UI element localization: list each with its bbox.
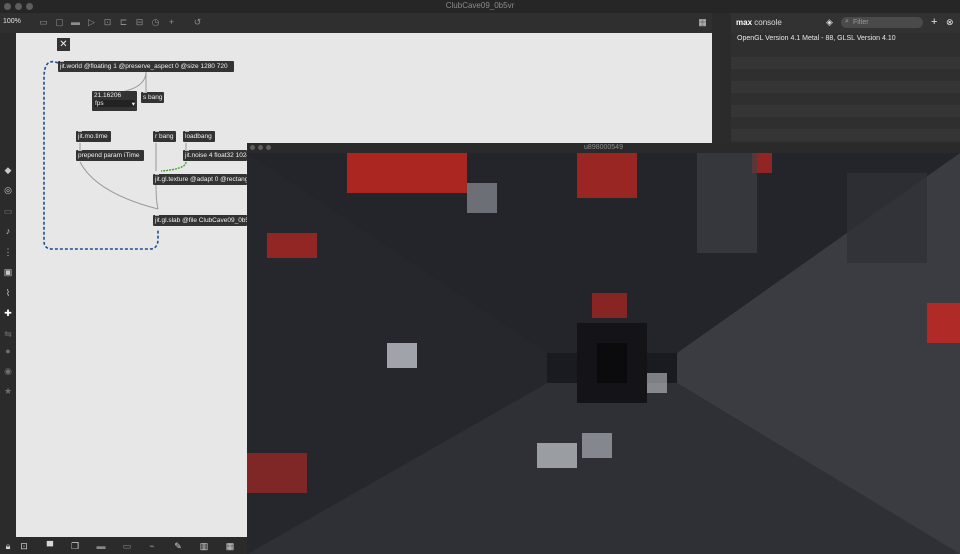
keyboard-icon[interactable]: ▦ <box>697 17 708 28</box>
bottom-toolbar: 🔒︎ ⊡ ▀ ❐ ▬ ▭ ⌁ ✎ ▥ ▦ <box>0 537 247 554</box>
object-icon[interactable]: ⊡ <box>102 17 113 28</box>
clear-icon[interactable]: ⊗ <box>946 17 954 28</box>
close-patch-icon[interactable]: ✕ <box>57 38 70 51</box>
render-window-title: u898000549 <box>247 143 960 153</box>
presentation-mode-icon[interactable]: ⊡ <box>18 540 30 552</box>
presentation-icon[interactable]: ▭ <box>38 17 49 28</box>
sequence-icon[interactable]: ⋮ <box>2 246 14 258</box>
lock-icon[interactable]: 🔒︎ <box>2 540 14 552</box>
patcher-toolbar: 100% ▭ ▢ ▬ ▷ ⊡ ⊏ ⊟ ◷ + ↺ ▦ <box>0 13 712 33</box>
target-icon[interactable]: ◎ <box>2 184 14 196</box>
console-filter-input[interactable]: Filter <box>841 17 923 28</box>
fps-label: fps <box>95 100 104 107</box>
paperclip-icon[interactable]: ⌇ <box>2 287 14 299</box>
badge-icon[interactable]: ● <box>2 345 14 357</box>
piano-icon[interactable]: ▥ <box>198 540 210 552</box>
projector-icon[interactable]: ▀ <box>44 540 56 552</box>
left-sidebar: ◆ ◎ ▭ ♪ ⋮ ▣ ⌇ ✚ ⇋ ● ◉ ★ <box>0 33 16 554</box>
probe-icon[interactable]: ⌁ <box>146 540 158 552</box>
add-icon[interactable]: + <box>166 17 177 28</box>
debug-icon[interactable]: ▬ <box>95 540 107 552</box>
star-icon[interactable]: ★ <box>2 385 14 397</box>
diamond-icon[interactable]: ◈ <box>826 17 833 28</box>
loadbang-object[interactable]: loadbang <box>183 131 215 142</box>
inlet-icon[interactable]: ⊏ <box>118 17 129 28</box>
jit-gl-slab-object[interactable]: jit.gl.slab @file ClubCave09_0b5vr <box>153 215 247 226</box>
console-line: OpenGL Version 4.1 Metal - 88, GLSL Vers… <box>737 35 896 42</box>
rendered-cave-scene <box>247 153 960 554</box>
cube-icon[interactable]: ◆ <box>2 164 14 176</box>
link-icon[interactable]: ⇋ <box>2 328 14 340</box>
window-title-bar: ClubCave09_0b5vr <box>0 0 960 13</box>
new-object-icon[interactable]: ▢ <box>54 17 65 28</box>
fps-value: 21.16206 <box>94 92 122 99</box>
window-title: ClubCave09_0b5vr <box>445 1 515 10</box>
undo-icon[interactable]: ↺ <box>192 17 203 28</box>
comment-icon[interactable]: ▬ <box>70 17 81 28</box>
jit-world-object[interactable]: jit.world @floating 1 @preserve_aspect 0… <box>58 61 234 72</box>
jit-noise-object[interactable]: jit.noise 4 float32 1024 <box>183 150 247 161</box>
zoom-dropdown[interactable]: 100% <box>3 18 21 25</box>
panel-icon[interactable]: ⊟ <box>134 17 145 28</box>
console-header: max console ◈ Filter ⌕ + ⊗ <box>731 13 960 33</box>
message-icon[interactable]: ▷ <box>86 17 97 28</box>
jit-mo-time-object[interactable]: jit.mo.time <box>76 131 111 142</box>
frame-icon[interactable]: ▭ <box>2 205 14 217</box>
clock-icon[interactable]: ◷ <box>150 17 161 28</box>
windows-icon[interactable]: ❐ <box>69 540 81 552</box>
jit-gl-texture-object[interactable]: jit.gl.texture @adapt 0 @rectangle <box>153 174 247 185</box>
puzzle-icon[interactable]: ✚ <box>2 307 14 319</box>
render-close-button[interactable] <box>250 145 255 150</box>
fps-display[interactable]: 21.16206 fps ▾ <box>92 91 137 111</box>
console-title: max console <box>736 18 782 27</box>
jit-world-render-window[interactable]: u898000549 <box>247 143 960 554</box>
fps-menu[interactable]: fps ▾ <box>94 100 135 108</box>
wrench-icon[interactable]: ✎ <box>172 540 184 552</box>
add-icon[interactable]: + <box>931 16 937 28</box>
render-minimize-button[interactable] <box>258 145 263 150</box>
circle-icon[interactable]: ◉ <box>2 365 14 377</box>
render-zoom-button[interactable] <box>266 145 271 150</box>
search-icon: ⌕ <box>845 18 849 25</box>
music-note-icon[interactable]: ♪ <box>2 225 14 237</box>
image-icon[interactable]: ▣ <box>2 266 14 278</box>
grid-icon[interactable]: ▦ <box>224 540 236 552</box>
r-bang-object[interactable]: r bang <box>153 131 176 142</box>
prepend-object[interactable]: prepend param iTime <box>76 150 144 161</box>
message-bubble-icon[interactable]: ▭ <box>121 540 133 552</box>
chevron-down-icon: ▾ <box>131 101 135 108</box>
s-bang-object[interactable]: s bang <box>141 92 164 103</box>
